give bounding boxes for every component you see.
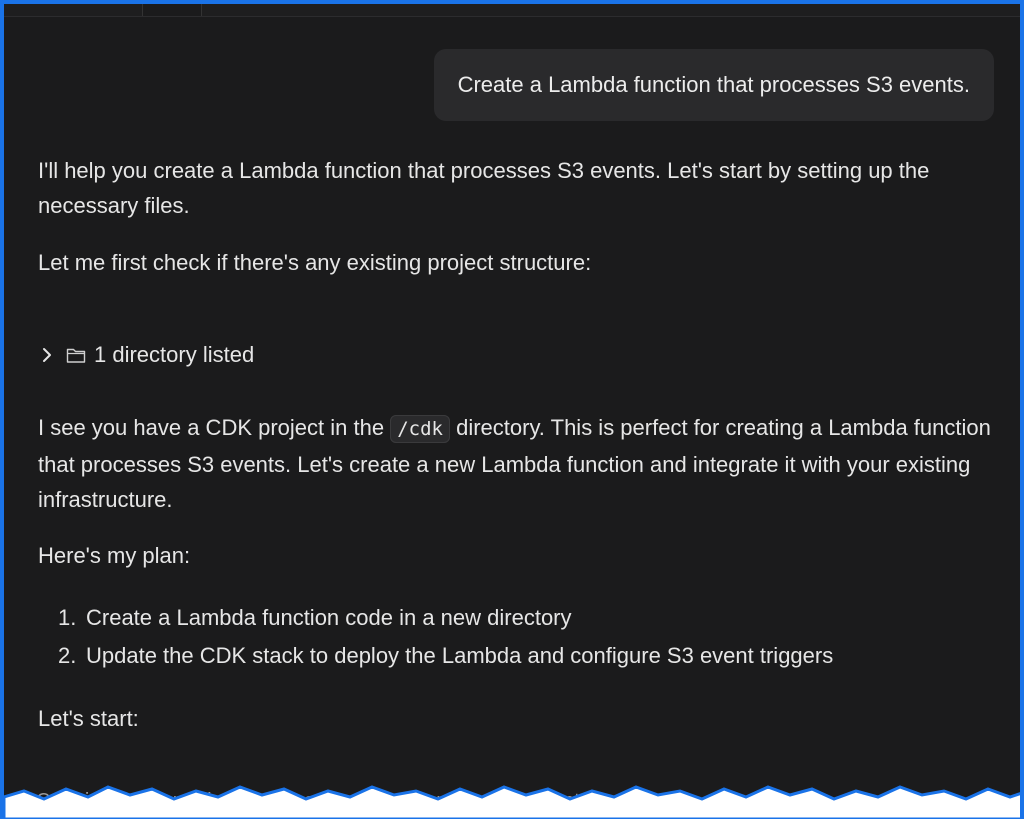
tool-call-directory-listed[interactable]: 1 directory listed [38, 337, 254, 372]
list-item-number: 1. [58, 605, 77, 630]
user-message-text: Create a Lambda function that processes … [457, 72, 970, 97]
chat-panel: Create a Lambda function that processes … [0, 0, 1024, 819]
list-item-text: Create a Lambda function code in a new d… [86, 605, 572, 630]
cdk-text-before: I see you have a CDK project in the [38, 415, 391, 440]
user-message-bubble: Create a Lambda function that processes … [433, 49, 994, 121]
list-item: 2. Update the CDK stack to deploy the Lam… [58, 637, 833, 675]
list-item-text: Update the CDK stack to deploy the Lambd… [86, 643, 834, 668]
tab[interactable] [142, 4, 202, 16]
folder-icon [66, 348, 86, 363]
plan-heading: Here's my plan: [38, 543, 191, 568]
assistant-start-text: Let's start: [38, 706, 139, 731]
assistant-intro: I'll help you create a Lambda function t… [38, 158, 930, 218]
tool-call-label: 1 directory listed [94, 341, 255, 367]
top-tab-strip [4, 4, 1020, 17]
assistant-check-text: Let me first check if there's any existi… [38, 250, 592, 275]
chevron-right-icon[interactable] [38, 346, 56, 364]
list-item-number: 2. [58, 643, 77, 668]
torn-edge [4, 785, 1020, 819]
inline-code-cdk: /cdk [390, 415, 450, 443]
list-item: 1. Create a Lambda function code in a new… [58, 599, 833, 637]
assistant-cdk-paragraph: I see you have a CDK project in the /cdk… [38, 410, 998, 517]
plan-list: 1. Create a Lambda function code in a new… [58, 599, 833, 675]
